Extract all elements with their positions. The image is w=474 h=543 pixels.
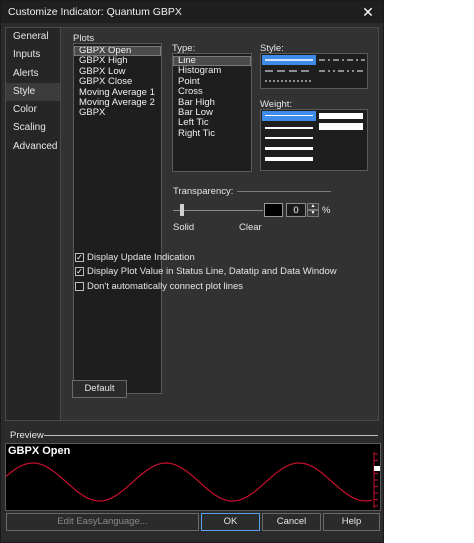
display-update-label: Display Update Indication xyxy=(87,252,195,263)
weight-2[interactable] xyxy=(265,127,313,129)
nav-item-color[interactable]: Color xyxy=(6,101,60,119)
display-plot-value-label: Display Plot Value in Status Line, Datat… xyxy=(87,266,337,277)
type-list[interactable]: Line Histogram Point Cross Bar High Bar … xyxy=(172,53,252,172)
title-bar: Customize Indicator: Quantum GBPX ✕ xyxy=(1,1,383,23)
checkbox-unchecked-icon[interactable] xyxy=(75,282,84,291)
weight-3[interactable] xyxy=(265,137,313,139)
cancel-button[interactable]: Cancel xyxy=(262,513,321,531)
default-button[interactable]: Default xyxy=(72,380,127,398)
weight-4[interactable] xyxy=(265,147,313,150)
dont-connect-checkbox[interactable]: Don't automatically connect plot lines xyxy=(75,281,243,292)
preview-plot-line xyxy=(6,462,373,502)
transparency-label: Transparency: xyxy=(173,186,240,197)
solid-label: Solid xyxy=(173,222,195,233)
weight-1[interactable] xyxy=(265,115,313,116)
display-update-checkbox[interactable]: ✓ Display Update Indication xyxy=(75,252,195,263)
weight-selector[interactable] xyxy=(260,109,368,171)
clear-label: Clear xyxy=(239,222,262,233)
transparency-divider xyxy=(237,191,331,192)
preview-chart: GBPX Open xyxy=(5,443,381,511)
preview-axis-ticks xyxy=(374,453,378,507)
plot-item[interactable]: GBPX xyxy=(74,107,161,118)
weight-7[interactable] xyxy=(319,123,363,130)
window-title: Customize Indicator: Quantum GBPX xyxy=(8,6,182,18)
plots-list[interactable]: GBPX Open GBPX High GBPX Low GBPX Close … xyxy=(73,43,162,394)
style-selector[interactable] xyxy=(260,53,368,89)
type-item[interactable]: Cross xyxy=(173,86,251,97)
nav-item-advanced[interactable]: Advanced xyxy=(6,138,60,156)
transparency-value-input[interactable] xyxy=(286,203,306,217)
close-icon[interactable]: ✕ xyxy=(360,3,376,21)
nav-item-inputs[interactable]: Inputs xyxy=(6,46,60,64)
preview-plot xyxy=(6,452,380,508)
ok-button[interactable]: OK xyxy=(201,513,260,531)
nav-item-scaling[interactable]: Scaling xyxy=(6,119,60,137)
spin-up-icon[interactable]: ▲ xyxy=(307,203,319,210)
line-weight-options[interactable] xyxy=(261,110,367,170)
weight-6[interactable] xyxy=(319,113,363,119)
spin-down-icon[interactable]: ▼ xyxy=(307,210,319,217)
checkbox-checked-icon[interactable]: ✓ xyxy=(75,267,84,276)
help-button[interactable]: Help xyxy=(323,513,380,531)
preview-label: Preview xyxy=(10,430,44,441)
weight-5[interactable] xyxy=(265,157,313,161)
line-style-options[interactable] xyxy=(261,54,367,88)
nav-item-alerts[interactable]: Alerts xyxy=(6,65,60,83)
customize-indicator-window: Customize Indicator: Quantum GBPX ✕ Gene… xyxy=(0,0,384,543)
dont-connect-label: Don't automatically connect plot lines xyxy=(87,281,244,292)
edit-easylanguage-button[interactable]: Edit EasyLanguage... xyxy=(6,513,199,531)
transparency-slider-track[interactable] xyxy=(173,210,263,211)
preview-divider xyxy=(44,435,378,436)
preview-price-marker xyxy=(374,466,380,471)
transparency-slider-handle[interactable] xyxy=(180,204,184,216)
type-item[interactable]: Right Tic xyxy=(173,128,251,139)
display-plot-value-checkbox[interactable]: ✓ Display Plot Value in Status Line, Dat… xyxy=(75,266,337,277)
plot-item[interactable]: GBPX Close xyxy=(74,76,161,87)
left-nav: General Inputs Alerts Style Color Scalin… xyxy=(5,27,61,421)
nav-item-general[interactable]: General xyxy=(6,28,60,46)
percent-label: % xyxy=(322,205,331,216)
checkbox-checked-icon[interactable]: ✓ xyxy=(75,253,84,262)
transparency-color-swatch[interactable] xyxy=(264,203,283,217)
nav-item-style[interactable]: Style xyxy=(6,82,60,102)
